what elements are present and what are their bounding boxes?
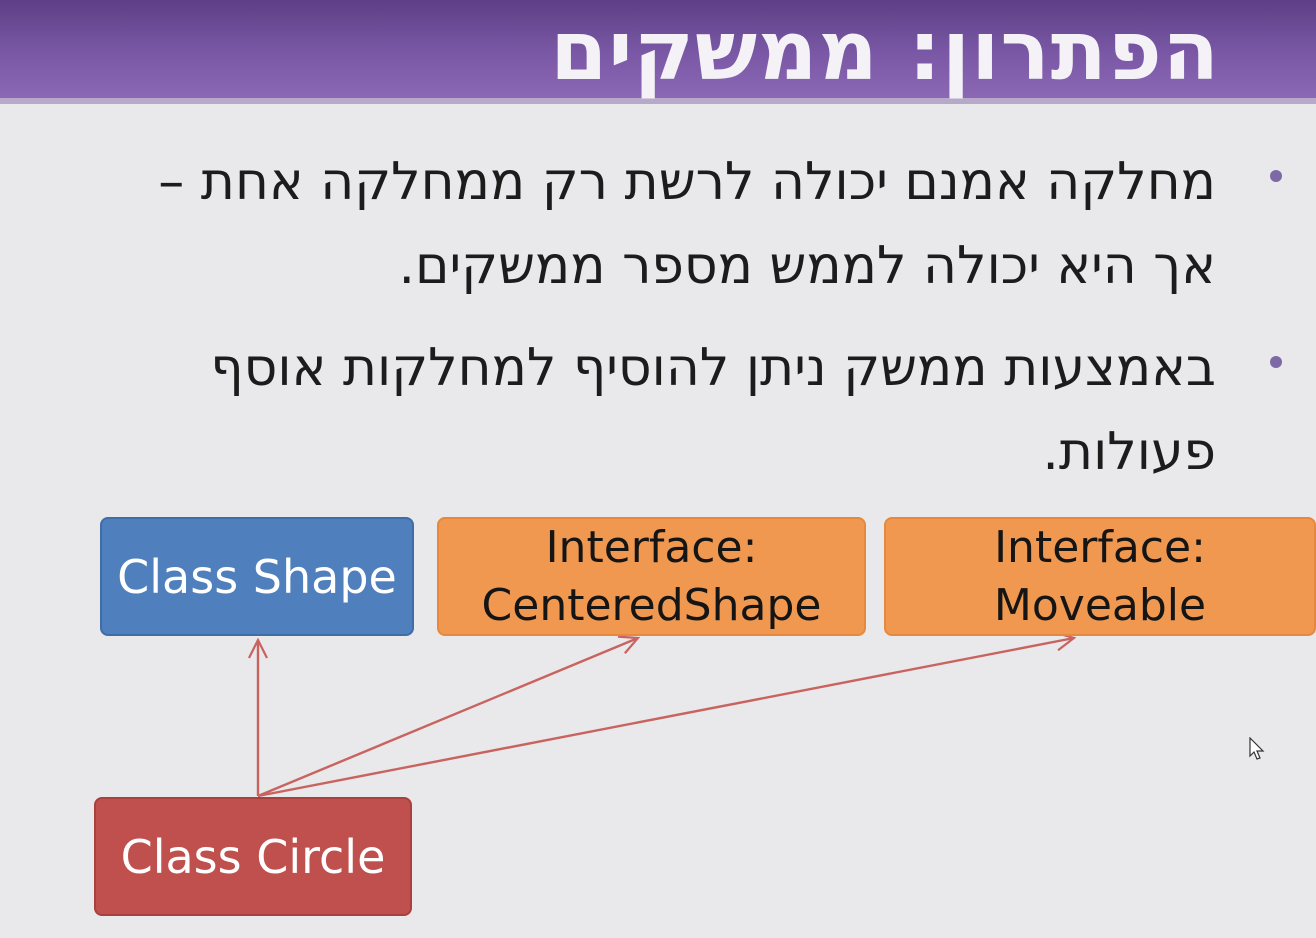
mouse-cursor-icon <box>1249 737 1265 760</box>
interface-moveable-line2: Moveable <box>993 579 1207 631</box>
class-circle-label: Class Circle <box>120 829 386 884</box>
class-shape-label: Class Shape <box>117 549 397 604</box>
interface-moveable-line1: Interface: <box>994 521 1206 573</box>
class-circle-box: Class Circle <box>94 797 412 916</box>
class-shape-box: Class Shape <box>100 517 414 636</box>
arrow-circle-to-centered <box>257 638 638 798</box>
interface-centeredshape-line1: Interface: <box>545 521 758 573</box>
interface-centeredshape-box: Interface: CenteredShape <box>437 517 866 636</box>
arrow-circle-to-moveable <box>257 638 1074 798</box>
interface-centeredshape-line2: CenteredShape <box>481 579 822 631</box>
interface-moveable-box: Interface: Moveable <box>884 517 1316 636</box>
